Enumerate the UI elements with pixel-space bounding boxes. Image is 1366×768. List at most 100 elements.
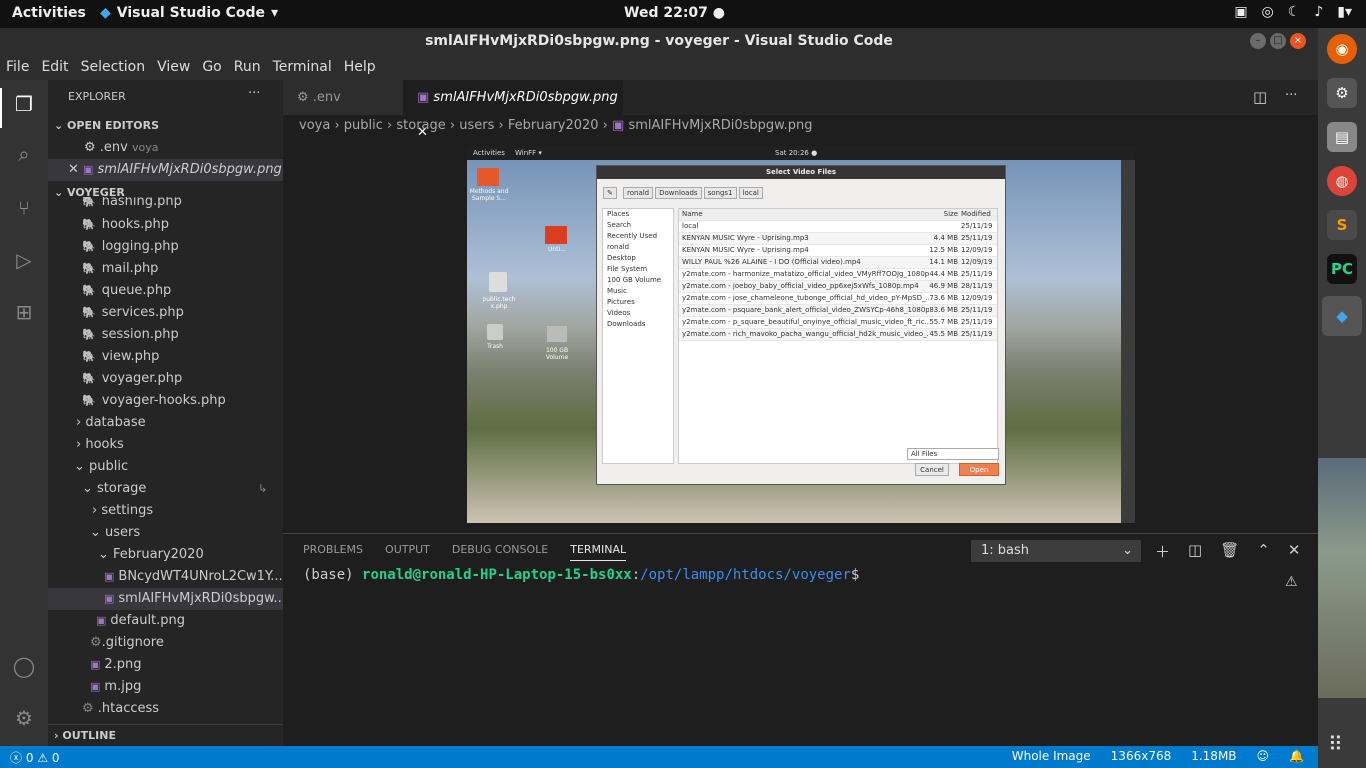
gear-icon: ⚙ [297,90,313,105]
folder-icon [477,168,499,186]
folder-settings[interactable]: › settings [48,500,283,522]
open-editor-env[interactable]: ⚙ .env voya [48,137,283,159]
new-terminal-icon[interactable]: ＋ [1155,541,1170,562]
menu-edit[interactable]: Edit [35,56,74,80]
minimize-button[interactable]: – [1250,33,1266,49]
files-icon[interactable]: ▤ [1327,122,1357,152]
explorer-icon[interactable]: ❐ [12,92,36,116]
maximize-button[interactable]: □ [1270,33,1286,49]
battery-icon[interactable]: ▮▾ [1337,4,1352,20]
menu-go[interactable]: Go [196,56,227,80]
system-tray[interactable]: ▣ ◎ ☾ ♪ ▮▾ [1234,4,1352,20]
terminal-output[interactable]: (base) ronald@ronald-HP-Laptop-15-bs0xx:… [303,567,859,583]
file-sml-image[interactable]: ▣ smlAIFHvMjxRDi0sbpgw.... [48,588,283,610]
more-actions-icon[interactable]: ··· [1285,88,1297,103]
clock[interactable]: Wed 22:07 ● [624,5,725,21]
open-editors-header[interactable]: ⌄ OPEN EDITORS [48,115,283,137]
tab-output[interactable]: OUTPUT [385,543,430,561]
maximize-panel-icon[interactable]: ⌃ [1257,541,1270,562]
breadcrumb-february[interactable]: February2020 [508,118,599,133]
feedback-icon[interactable]: ☺ [1257,749,1270,763]
close-icon[interactable]: ✕ [68,162,83,177]
file-bn-image[interactable]: ▣ BNcydWT4UNroL2Cw1Y... [48,566,283,588]
folder-february2020[interactable]: ⌄ February2020 [48,544,283,566]
chrome-icon[interactable]: ◍ [1327,166,1357,196]
warning-icon[interactable]: ⚠ [1285,574,1298,590]
trash-icon[interactable]: 🗑 [1220,541,1239,562]
breadcrumb-voya[interactable]: voya [299,118,330,133]
breadcrumb: voya › public › storage › users › Februa… [299,118,813,133]
sublime-icon[interactable]: S [1327,210,1357,240]
search-icon[interactable]: ⌕ [12,142,36,166]
extensions-icon[interactable]: ⊞ [12,300,36,324]
folder-database[interactable]: › database [48,412,283,434]
firefox-icon[interactable]: ◉ [1327,34,1357,64]
file-hooks-php[interactable]: 🐘 hooks.php [48,214,283,236]
night-light-icon[interactable]: ☾ [1288,4,1301,20]
tab-image[interactable]: ▣ smlAIFHvMjxRDi0sbpgw.png ✕ [403,80,623,140]
split-terminal-icon[interactable]: ◫ [1188,541,1202,562]
image-zoom-status[interactable]: Whole Image [1012,749,1091,763]
breadcrumb-users[interactable]: users [459,118,494,133]
vscode-dock-icon[interactable]: ◆ [1322,296,1362,336]
close-panel-icon[interactable]: ✕ [1288,541,1301,562]
folder-hooks[interactable]: › hooks [48,434,283,456]
show-apps-icon[interactable]: ⠿ [1328,732,1343,756]
account-icon[interactable]: ◯ [12,654,36,678]
file-voyager[interactable]: 🐘 voyager.php [48,368,283,390]
chevron-down-icon: ⌄ [90,525,106,540]
settings-icon[interactable]: ⚙ [1327,78,1357,108]
menu-view[interactable]: View [151,56,196,80]
menu-selection[interactable]: Selection [75,56,152,80]
outline-header[interactable]: › OUTLINE [48,724,283,746]
pycharm-icon[interactable]: PC [1327,254,1357,284]
file-voyager-hooks[interactable]: 🐘 voyager-hooks.php [48,390,283,412]
breadcrumb-storage[interactable]: storage [396,118,445,133]
places-item: Videos [607,309,631,317]
menu-terminal[interactable]: Terminal [267,56,338,80]
file-session[interactable]: 🐘 session.php [48,324,283,346]
file-hashing[interactable]: 🐘 hashing.php [48,197,283,211]
file-gitignore[interactable]: ⚙.gitignore [48,632,283,654]
tab-debug-console[interactable]: DEBUG CONSOLE [452,543,548,561]
breadcrumb-file[interactable]: smlAIFHvMjxRDi0sbpgw.png [628,118,812,133]
file-services[interactable]: 🐘 services.php [48,302,283,324]
image-preview: Activities WinFF ▾ Sat 20:26 ● Methods a… [467,146,1135,523]
app-menu[interactable]: ◆ Visual Studio Code ▾ [100,5,278,21]
activities-button[interactable]: Activities [12,5,86,21]
image-file-icon: ▣ [96,614,107,627]
folder-public[interactable]: ⌄ public [48,456,283,478]
split-editor-icon[interactable]: ◫ [1253,88,1267,106]
folder-storage[interactable]: ⌄ storage ↳ [48,478,283,500]
file-default-png[interactable]: ▣ default.png [48,610,283,632]
menu-help[interactable]: Help [338,56,382,80]
file-logging[interactable]: 🐘 logging.php [48,236,283,258]
terminal-select[interactable]: 1: bash ⌄ [971,540,1141,562]
file-2-png[interactable]: ▣ 2.png [48,654,283,676]
file-htaccess[interactable]: ⚙ .htaccess [48,698,283,720]
update-icon[interactable]: ◎ [1262,4,1274,20]
volume-icon[interactable]: ♪ [1314,4,1323,20]
file-mail[interactable]: 🐘 mail.php [48,258,283,280]
folder-users[interactable]: ⌄ users [48,522,283,544]
file-row: y2mate.com - joeboy_baby_official_video_… [679,281,997,293]
tab-terminal[interactable]: TERMINAL [570,543,627,561]
file-queue[interactable]: 🐘 queue.php [48,280,283,302]
run-debug-icon[interactable]: ▷ [12,248,36,272]
breadcrumb-public[interactable]: public [344,118,383,133]
menu-file[interactable]: File [0,56,35,80]
tab-env[interactable]: ⚙ .env [283,80,403,115]
bell-icon[interactable]: 🔔 [1289,749,1304,763]
settings-gear-icon[interactable]: ⚙ [12,706,36,730]
source-control-icon[interactable]: ⑂ [12,196,36,220]
problems-count[interactable]: ⓧ 0 ⚠ 0 [10,749,60,766]
monitor-icon[interactable]: ▣ [1234,4,1247,20]
menu-run[interactable]: Run [228,56,267,80]
file-m-jpg[interactable]: ▣ m.jpg [48,676,283,698]
tab-problems[interactable]: PROBLEMS [303,543,363,561]
more-actions-icon[interactable]: ··· [248,86,260,101]
file-view[interactable]: 🐘 view.php [48,346,283,368]
file-list-header: Name Size Modified [679,209,997,221]
close-button[interactable]: × [1290,33,1306,49]
open-editor-image[interactable]: ✕ ▣ smlAIFHvMjxRDi0sbpgw.png [48,159,283,181]
